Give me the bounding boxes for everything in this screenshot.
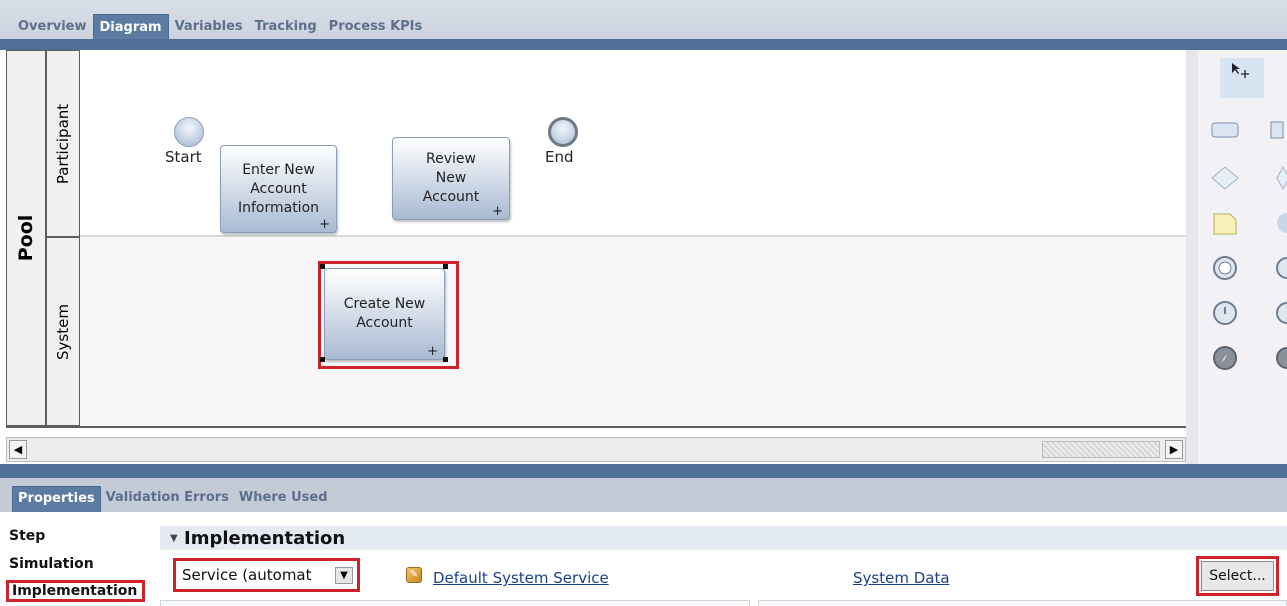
diagram-bottom-border — [6, 426, 1186, 428]
subprocess-icon[interactable] — [1264, 120, 1287, 147]
lane-label-system: System — [54, 303, 72, 360]
gateway-icon[interactable] — [1210, 165, 1240, 198]
implementation-type-value: Service (automat — [182, 566, 312, 584]
terminate-shape — [1276, 347, 1287, 369]
properties-tab-bar: Properties Validation Errors Where Used — [0, 464, 1287, 514]
end-event-icon[interactable] — [548, 117, 578, 147]
pool-label: Pool — [15, 214, 37, 262]
properties-tabs: Properties Validation Errors Where Used — [12, 486, 333, 514]
default-system-service-link[interactable]: Default System Service — [433, 569, 609, 587]
intermediate-event-shape — [1277, 213, 1287, 233]
properties-band — [0, 464, 1287, 478]
gateway-alt-shape — [1276, 165, 1287, 191]
section-title: Implementation — [184, 528, 346, 549]
resize-handle[interactable] — [320, 264, 325, 269]
activity-create-new-account[interactable]: Create New Account + — [324, 268, 445, 360]
expand-marker-icon: + — [319, 217, 330, 232]
activity-label: Review New Account — [422, 151, 480, 205]
tab-validation-errors[interactable]: Validation Errors — [101, 486, 234, 514]
timer-icon[interactable] — [1210, 255, 1240, 288]
editor-tab-bar: Overview Diagram Variables Tracking Proc… — [0, 0, 1287, 50]
lane-header-system[interactable]: System — [46, 237, 80, 426]
gateway-shape — [1211, 166, 1239, 190]
tab-process-kpis[interactable]: Process KPIs — [323, 14, 429, 41]
tab-where-used[interactable]: Where Used — [234, 486, 333, 514]
service-icon: ✎ — [406, 567, 422, 583]
error-shape — [1213, 346, 1237, 370]
expand-marker-icon: + — [492, 204, 503, 219]
tab-bar-strip — [0, 39, 1287, 50]
link-event-icon[interactable] — [1264, 300, 1287, 333]
resize-handle[interactable] — [443, 264, 448, 269]
activity-label: Create New Account — [343, 296, 426, 331]
resize-handle[interactable] — [443, 357, 448, 362]
tab-variables[interactable]: Variables — [169, 14, 249, 41]
resize-handle[interactable] — [320, 357, 325, 362]
panel-edge-left — [160, 600, 750, 606]
select-button[interactable]: Select... — [1201, 561, 1274, 591]
activity-review-new-account[interactable]: Review New Account + — [392, 137, 510, 220]
gateway-alt-icon[interactable] — [1264, 165, 1287, 198]
start-event-label: Start — [165, 148, 202, 166]
error-icon[interactable] — [1210, 345, 1240, 378]
properties-body: Step Simulation Implementation ▼ Impleme… — [0, 512, 1287, 606]
implementation-type-select[interactable]: Service (automat ▼ — [173, 558, 360, 592]
note-icon[interactable] — [1210, 210, 1240, 243]
system-data-link[interactable]: System Data — [853, 569, 950, 587]
task-icon[interactable] — [1210, 120, 1240, 147]
select-tool-icon[interactable] — [1220, 58, 1264, 98]
message-shape — [1276, 257, 1287, 279]
message-icon[interactable] — [1264, 255, 1287, 288]
lane-system-area[interactable] — [80, 237, 1186, 426]
collapse-triangle-icon[interactable]: ▼ — [170, 533, 178, 544]
horizontal-scrollbar[interactable]: ◀ ▶ — [6, 437, 1186, 462]
tab-overview[interactable]: Overview — [12, 14, 93, 41]
lane-label-participant: Participant — [54, 103, 72, 184]
terminate-icon[interactable] — [1264, 345, 1287, 378]
signal-shape — [1213, 301, 1237, 325]
link-event-shape — [1276, 302, 1287, 324]
tab-properties[interactable]: Properties — [12, 486, 101, 514]
sidebar-item-step[interactable]: Step — [9, 528, 45, 544]
editor-tabs: Overview Diagram Variables Tracking Proc… — [12, 14, 428, 41]
timer-shape — [1213, 256, 1237, 280]
activity-label: Enter New Account Information — [237, 161, 320, 216]
end-event-label: End — [545, 148, 574, 166]
dropdown-arrow-icon[interactable]: ▼ — [335, 567, 353, 584]
pool-header[interactable]: Pool — [6, 50, 46, 426]
task-shape — [1211, 122, 1239, 138]
scroll-right-arrow-icon[interactable]: ▶ — [1165, 440, 1183, 459]
start-event-icon[interactable] — [174, 117, 204, 147]
implementation-section-header[interactable]: ▼ Implementation — [160, 526, 1287, 550]
sidebar-item-simulation[interactable]: Simulation — [9, 556, 94, 572]
expand-marker-icon: + — [427, 344, 438, 359]
scroll-left-arrow-icon[interactable]: ◀ — [9, 440, 27, 459]
shape-palette — [1186, 50, 1287, 464]
lane-header-participant[interactable]: Participant — [46, 50, 80, 237]
tab-diagram[interactable]: Diagram — [92, 14, 169, 41]
activity-enter-new-account[interactable]: Enter New Account Information + — [220, 145, 337, 233]
sidebar-item-implementation[interactable]: Implementation — [6, 580, 146, 602]
panel-edge-right — [758, 600, 1287, 606]
subprocess-shape — [1270, 121, 1284, 139]
tab-tracking[interactable]: Tracking — [249, 14, 323, 41]
intermediate-event-icon[interactable] — [1264, 210, 1287, 243]
select-arrow-icon — [1232, 63, 1249, 78]
signal-icon[interactable] — [1210, 300, 1240, 333]
note-shape — [1213, 213, 1237, 235]
scrollbar-thumb[interactable] — [1042, 441, 1160, 458]
